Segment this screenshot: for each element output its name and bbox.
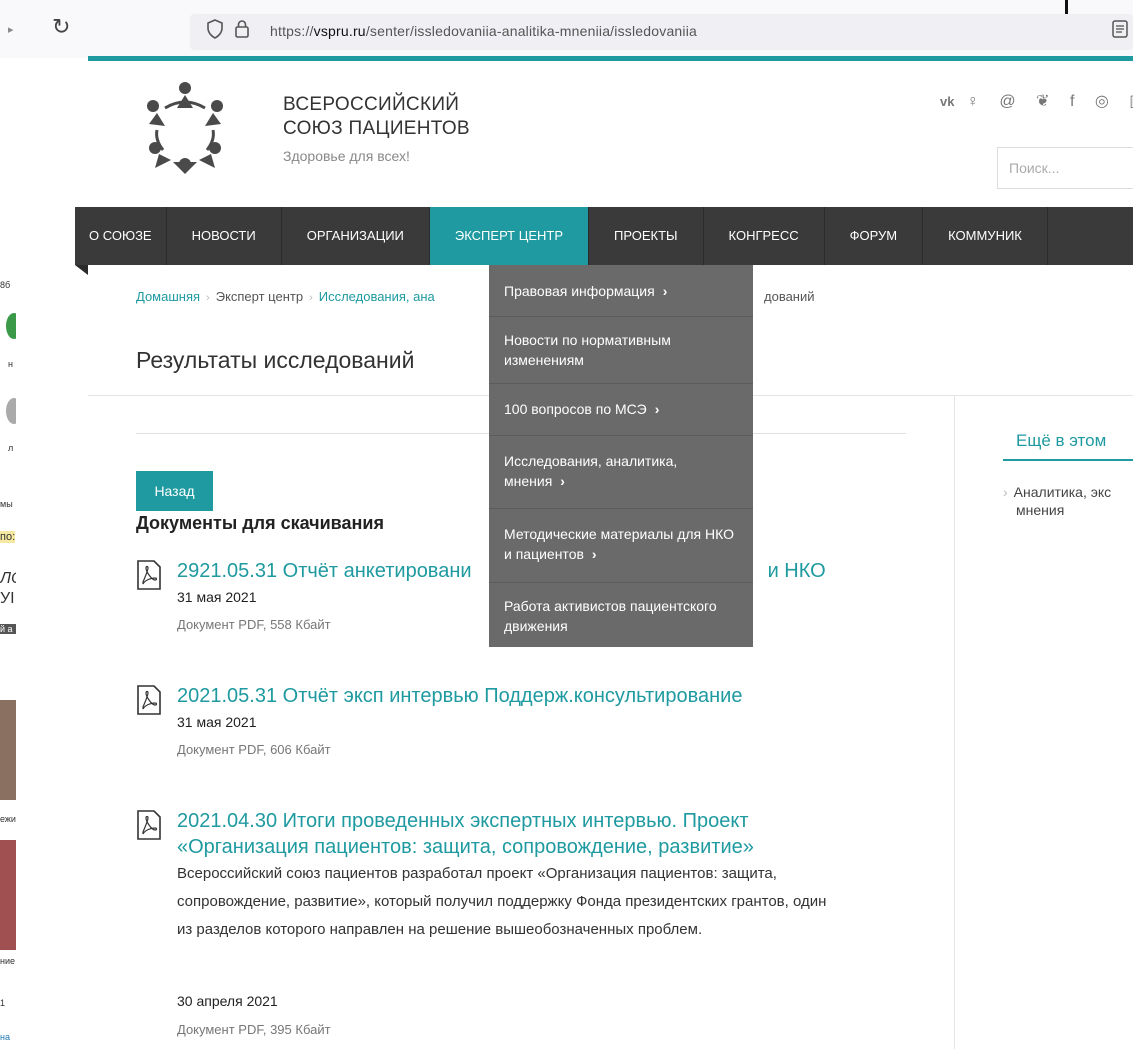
shield-icon[interactable]	[206, 19, 224, 39]
dropdown-item-regulatory-news[interactable]: Новости по нормативным изменениям	[489, 317, 753, 384]
document-title: 2921.05.31 Отчёт анкетировани	[177, 560, 472, 582]
strip-label: по:	[0, 531, 16, 543]
document-description: Всероссийский союз пациентов разработал …	[177, 865, 827, 938]
site-logo[interactable]	[135, 78, 235, 178]
sidebar-title-underline	[1003, 459, 1133, 461]
strip-label: ние	[0, 956, 16, 966]
dropdown-item-research[interactable]: Исследования, аналитика, мнения ›	[489, 436, 753, 509]
document-item: 2021.05.31 Отчёт эксп интервью Поддерж.к…	[136, 683, 896, 763]
site-name-line: СОЮЗ ПАЦИЕНТОВ	[283, 118, 470, 139]
nav-item-organizations[interactable]: ОРГАНИЗАЦИИ	[282, 207, 430, 265]
expert-center-dropdown: Правовая информация › Новости по норматив…	[489, 265, 753, 647]
url-text[interactable]: https://vspru.ru/senter/issledovaniia-an…	[270, 23, 697, 39]
strip-label: 1	[0, 998, 6, 1008]
pdf-icon	[137, 560, 161, 590]
breadcrumb: Домашняя › Эксперт центр › Исследования, ана	[136, 289, 435, 304]
sidebar-title: Ещё в этом	[1016, 431, 1107, 450]
document-date: 31 мая 2021	[177, 589, 257, 605]
document-meta: Документ PDF, 558 Кбайт	[177, 617, 331, 632]
social-links: vk ♀ @ ❦ f ◎ ▣	[940, 91, 1133, 111]
document-title: и НКО	[767, 560, 826, 582]
strip-label: ЛС	[0, 570, 16, 587]
forward-arrow-icon[interactable]: ▸	[8, 23, 14, 36]
strip-label: ежи	[0, 814, 16, 824]
text-cursor	[1065, 0, 1068, 14]
url-domain: vspru.ru	[313, 23, 366, 39]
breadcrumb-separator-icon: ›	[206, 292, 210, 304]
pdf-icon	[137, 685, 161, 715]
strip-label: н	[8, 359, 13, 369]
instagram-icon[interactable]: ◎	[1095, 93, 1117, 110]
nav-item-projects[interactable]: ПРОЕКТЫ	[589, 207, 704, 265]
site-name[interactable]: ВСЕРОССИЙСКИЙ СОЮЗ ПАЦИЕНТОВ	[283, 93, 470, 141]
reload-icon[interactable]: ↻	[52, 14, 70, 40]
breadcrumb-separator-icon: ›	[309, 292, 313, 304]
nav-item-expert-center[interactable]: ЭКСПЕРТ ЦЕНТР	[429, 207, 589, 265]
reader-view-icon[interactable]	[1112, 20, 1128, 38]
sidebar-item-label: мнения	[1016, 502, 1065, 518]
strip-label: на	[0, 1032, 10, 1042]
dropdown-item-100-questions[interactable]: 100 вопросов по МСЭ ›	[489, 384, 753, 436]
pdf-icon	[137, 810, 161, 840]
back-button[interactable]: Назад	[136, 471, 213, 511]
dropdown-item-activists[interactable]: Работа активистов пациентского движения	[489, 583, 753, 647]
document-item: 2021.04.30 Итоги проведенных экспертных …	[136, 808, 896, 1048]
nav-item-forum[interactable]: ФОРУМ	[825, 207, 924, 265]
document-meta: Документ PDF, 395 Кбайт	[177, 1022, 331, 1037]
site-name-line: ВСЕРОССИЙСКИЙ	[283, 94, 460, 115]
strip-label: УІ	[0, 590, 15, 607]
url-prefix: https://	[270, 23, 314, 39]
document-date: 31 мая 2021	[177, 714, 257, 730]
browser-toolbar: ▸ ↻ https://vspru.ru/senter/issledovanii…	[0, 0, 1133, 58]
chevron-right-icon: ›	[1003, 484, 1008, 500]
nav-item-congress[interactable]: КОНГРЕСС	[704, 207, 825, 265]
chevron-right-icon: ›	[591, 546, 597, 562]
site-tagline: Здоровье для всех!	[283, 148, 410, 164]
top-accent-bar	[88, 56, 1133, 61]
lock-icon[interactable]	[234, 19, 250, 39]
dropdown-item-label: Новости по нормативным изменениям	[504, 332, 671, 368]
dropdown-item-label: Правовая информация	[504, 283, 655, 299]
main-navigation: О СОЮЗЕ НОВОСТИ ОРГАНИЗАЦИИ ЭКСПЕРТ ЦЕНТ…	[75, 207, 1133, 265]
url-path: /senter/issledovaniia-analitika-mneniia/…	[365, 23, 698, 39]
dropdown-item-methodical-materials[interactable]: Методические материалы для НКО и пациент…	[489, 509, 753, 583]
nav-item-communications[interactable]: КОММУНИК	[923, 207, 1048, 265]
strip-label: й а	[0, 624, 16, 634]
sidebar-item-label: Аналитика, экс	[1013, 484, 1112, 500]
dropdown-item-label: Методические материалы для НКО и пациент…	[504, 526, 735, 562]
twitter-icon[interactable]: ❦	[1036, 93, 1057, 110]
breadcrumb-expert-center: Эксперт центр	[215, 289, 304, 304]
nav-fold-corner	[75, 265, 88, 275]
section-title: Документы для скачивания	[136, 513, 384, 533]
strip-label: мы	[0, 499, 13, 509]
breadcrumb-research[interactable]: Исследования, ана	[319, 289, 435, 304]
breadcrumb-home[interactable]: Домашняя	[136, 289, 200, 304]
dropdown-item-legal-info[interactable]: Правовая информация ›	[489, 265, 753, 317]
facebook-icon[interactable]: f	[1070, 93, 1082, 110]
sidebar-item-analytics[interactable]: › Аналитика, экс мнения	[1003, 483, 1111, 519]
dropdown-item-label: Работа активистов пациентского движения	[504, 598, 717, 634]
document-date: 30 апреля 2021	[177, 993, 278, 1009]
chevron-right-icon: ›	[654, 401, 660, 417]
document-link[interactable]: 2021.04.30 Итоги проведенных экспертных …	[177, 808, 827, 860]
vk-icon[interactable]: vk	[940, 94, 954, 109]
mail-icon[interactable]: @	[999, 93, 1023, 110]
dropdown-item-label: 100 вопросов по МСЭ	[504, 401, 647, 417]
background-window-strip: 8б н л мы по: ЛС УІ й а ежи ние 1 на	[0, 58, 16, 1049]
chevron-right-icon: ›	[560, 473, 565, 489]
document-link[interactable]: 2021.05.31 Отчёт эксп интервью Поддерж.к…	[177, 683, 867, 709]
document-meta: Документ PDF, 606 Кбайт	[177, 742, 331, 757]
dropdown-item-label: Исследования, аналитика, мнения	[504, 453, 678, 489]
odnoklassniki-icon[interactable]: ♀	[967, 93, 987, 110]
nav-item-news[interactable]: НОВОСТИ	[167, 207, 282, 265]
strip-label: 8б	[0, 280, 11, 290]
page-title: Результаты исследований	[136, 347, 415, 373]
youtube-icon[interactable]: ▣	[1129, 93, 1133, 110]
search-input[interactable]	[997, 147, 1133, 189]
nav-item-about[interactable]: О СОЮЗЕ	[75, 207, 167, 265]
chevron-right-icon: ›	[662, 283, 668, 299]
strip-label: л	[8, 443, 14, 453]
breadcrumb-current: дований	[764, 289, 815, 304]
